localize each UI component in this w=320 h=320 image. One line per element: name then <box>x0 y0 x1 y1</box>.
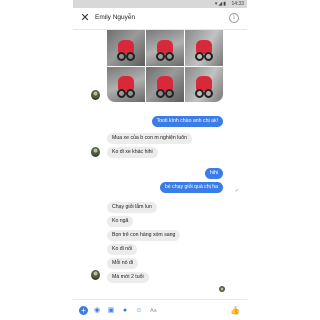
message-bubble-incoming[interactable]: Bọn trẻ con hàng xóm sang <box>107 230 181 241</box>
message-bubble-outgoing[interactable]: hihi <box>204 168 223 179</box>
plus-icon[interactable]: + <box>79 306 88 315</box>
status-icons: ▾◢▮ <box>214 1 227 7</box>
contact-avatar[interactable] <box>91 270 100 280</box>
message-input[interactable]: Aa <box>150 308 157 314</box>
photo-thumbnail[interactable] <box>146 66 184 102</box>
camera-icon[interactable]: ◉ <box>93 307 101 315</box>
message-bubble-incoming[interactable]: Mà mới 2 tuổi <box>107 272 149 283</box>
message-bubble-incoming[interactable]: Chạy giỏi lắm lun <box>107 202 157 213</box>
status-bar: ▾◢▮ 14:33 <box>73 0 247 8</box>
message-bubble-incoming[interactable]: Mua xe của b con m nghiện luôn <box>107 133 192 144</box>
sent-check-icon: ✓ <box>234 188 239 194</box>
photo-grid[interactable] <box>107 30 223 102</box>
status-time: 14:33 <box>231 1 244 7</box>
info-icon[interactable]: i <box>229 13 239 23</box>
microphone-icon[interactable]: ● <box>121 307 129 315</box>
photo-thumbnail[interactable] <box>146 30 184 66</box>
contact-avatar[interactable] <box>91 90 100 100</box>
message-bubble-incoming[interactable]: Ko đi xe khác hihi <box>107 147 158 158</box>
message-bubble-outgoing[interactable]: Tooti kính chào anh chị ak! <box>151 116 223 127</box>
contact-name[interactable]: Emily Nguyễn <box>95 14 135 21</box>
close-icon[interactable]: ✕ <box>79 12 91 24</box>
chat-header: ✕ Emily Nguyễn i <box>73 8 247 30</box>
photo-thumbnail[interactable] <box>107 66 145 102</box>
seen-avatar-icon <box>219 286 225 292</box>
message-composer: + ◉ ▣ ● ☺ Aa 👍 <box>73 299 247 320</box>
emoji-icon[interactable]: ☺ <box>135 307 143 315</box>
messenger-screen: ▾◢▮ 14:33 ✕ Emily Nguyễn i Tooti kính ch… <box>73 0 247 320</box>
message-bubble-incoming[interactable]: Ko đi nổi <box>107 244 138 255</box>
contact-avatar[interactable] <box>91 147 100 157</box>
photo-thumbnail[interactable] <box>107 30 145 66</box>
message-bubble-incoming[interactable]: Mỗi nó đi <box>107 258 139 269</box>
like-icon[interactable]: 👍 <box>230 306 240 315</box>
gallery-icon[interactable]: ▣ <box>107 307 115 315</box>
photo-thumbnail[interactable] <box>185 30 223 66</box>
message-bubble-outgoing[interactable]: bé chạy giỏi quá chị ha <box>159 182 223 193</box>
message-bubble-incoming[interactable]: Ko ngã <box>107 216 134 227</box>
photo-thumbnail[interactable] <box>185 66 223 102</box>
